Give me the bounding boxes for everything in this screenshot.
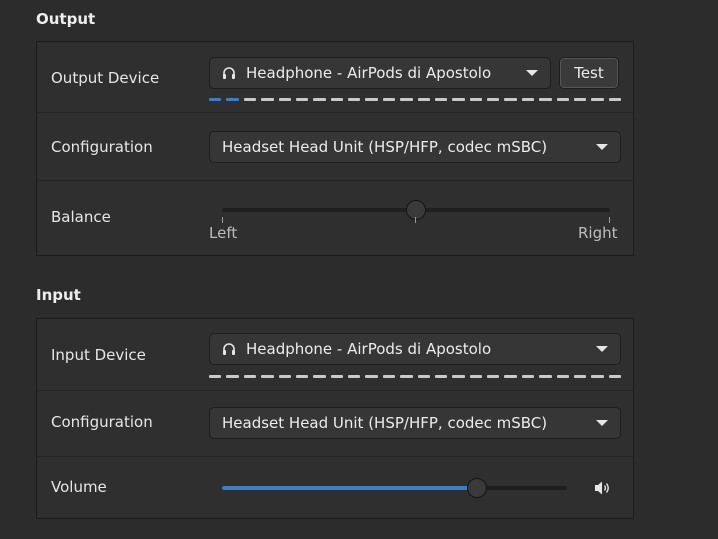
output-configuration-dropdown[interactable]: Headset Head Unit (HSP/HFP, codec mSBC) (209, 131, 621, 163)
level-segment (400, 375, 413, 378)
input-device-label: Input Device (51, 346, 146, 364)
level-segment (556, 375, 569, 378)
level-segment (313, 375, 326, 378)
level-segment (608, 98, 621, 101)
level-segment (278, 98, 291, 101)
level-segment (261, 375, 274, 378)
input-section-title: Input (36, 286, 81, 304)
volume-row: Volume (37, 457, 633, 520)
output-device-label: Output Device (51, 69, 160, 87)
level-segment (487, 375, 500, 378)
level-segment (521, 375, 535, 378)
balance-right-mark (609, 217, 610, 223)
chevron-down-icon (596, 420, 608, 426)
level-segment (556, 98, 569, 101)
volume-label: Volume (51, 478, 107, 496)
level-segment (330, 98, 343, 101)
level-segment (365, 98, 378, 101)
chevron-down-icon (596, 144, 608, 150)
level-segment (417, 98, 430, 101)
level-segment (573, 98, 587, 101)
level-segment (243, 98, 257, 101)
output-group: Output Device Headphone - AirPods di Apo… (36, 41, 634, 256)
balance-center-mark (415, 217, 416, 223)
level-segment (469, 375, 482, 378)
level-segment (313, 98, 326, 101)
input-device-value: Headphone - AirPods di Apostolo (246, 340, 492, 358)
level-segment (417, 375, 430, 378)
level-segment (243, 375, 257, 378)
level-segment (539, 98, 552, 101)
level-segment (226, 98, 239, 101)
level-segment (573, 375, 587, 378)
input-configuration-dropdown[interactable]: Headset Head Unit (HSP/HFP, codec mSBC) (209, 407, 621, 439)
level-segment (348, 98, 361, 101)
output-configuration-value: Headset Head Unit (HSP/HFP, codec mSBC) (222, 138, 548, 156)
level-segment (330, 375, 343, 378)
input-device-dropdown[interactable]: Headphone - AirPods di Apostolo (209, 333, 621, 365)
level-segment (504, 375, 517, 378)
chevron-down-icon (596, 346, 608, 352)
chevron-down-icon (526, 70, 538, 76)
output-section-title: Output (36, 10, 96, 28)
volume-slider-fill (222, 486, 478, 490)
balance-left-label: Left (209, 224, 238, 242)
output-configuration-row: Configuration Headset Head Unit (HSP/HFP… (37, 113, 633, 181)
level-segment (591, 98, 604, 101)
level-segment (278, 375, 291, 378)
level-segment (539, 375, 552, 378)
input-configuration-value: Headset Head Unit (HSP/HFP, codec mSBC) (222, 414, 548, 432)
level-segment (434, 375, 448, 378)
output-device-row: Output Device Headphone - AirPods di Apo… (37, 42, 633, 113)
input-device-row: Input Device Headphone - AirPods di Apos… (37, 319, 633, 391)
output-device-dropdown[interactable]: Headphone - AirPods di Apostolo (209, 57, 551, 89)
balance-slider-knob[interactable] (406, 200, 426, 220)
output-level-meter (209, 98, 621, 101)
level-segment (591, 375, 604, 378)
headphones-icon (222, 66, 236, 80)
level-segment (261, 98, 274, 101)
level-segment (382, 375, 396, 378)
balance-left-mark (222, 217, 223, 223)
level-segment (209, 375, 222, 378)
headphones-icon (222, 342, 236, 356)
input-group: Input Device Headphone - AirPods di Apos… (36, 318, 634, 519)
balance-right-label: Right (578, 224, 618, 242)
level-segment (469, 98, 482, 101)
level-segment (400, 98, 413, 101)
level-segment (295, 375, 309, 378)
level-segment (608, 375, 621, 378)
level-segment (452, 375, 465, 378)
input-configuration-row: Configuration Headset Head Unit (HSP/HFP… (37, 391, 633, 457)
level-segment (434, 98, 448, 101)
speaker-volume-icon[interactable] (594, 480, 612, 496)
level-segment (521, 98, 535, 101)
level-segment (487, 98, 500, 101)
input-level-meter (209, 375, 621, 378)
input-configuration-label: Configuration (51, 413, 153, 431)
level-segment (348, 375, 361, 378)
level-segment (209, 98, 222, 101)
level-segment (504, 98, 517, 101)
level-segment (295, 98, 309, 101)
test-button[interactable]: Test (559, 57, 619, 89)
level-segment (226, 375, 239, 378)
output-device-value: Headphone - AirPods di Apostolo (246, 64, 492, 82)
output-configuration-label: Configuration (51, 138, 153, 156)
volume-slider-track[interactable] (222, 486, 567, 490)
volume-slider-knob[interactable] (467, 478, 488, 498)
level-segment (365, 375, 378, 378)
level-segment (452, 98, 465, 101)
balance-row: Balance Left Right (37, 181, 633, 257)
level-segment (382, 98, 396, 101)
balance-label: Balance (51, 208, 111, 226)
